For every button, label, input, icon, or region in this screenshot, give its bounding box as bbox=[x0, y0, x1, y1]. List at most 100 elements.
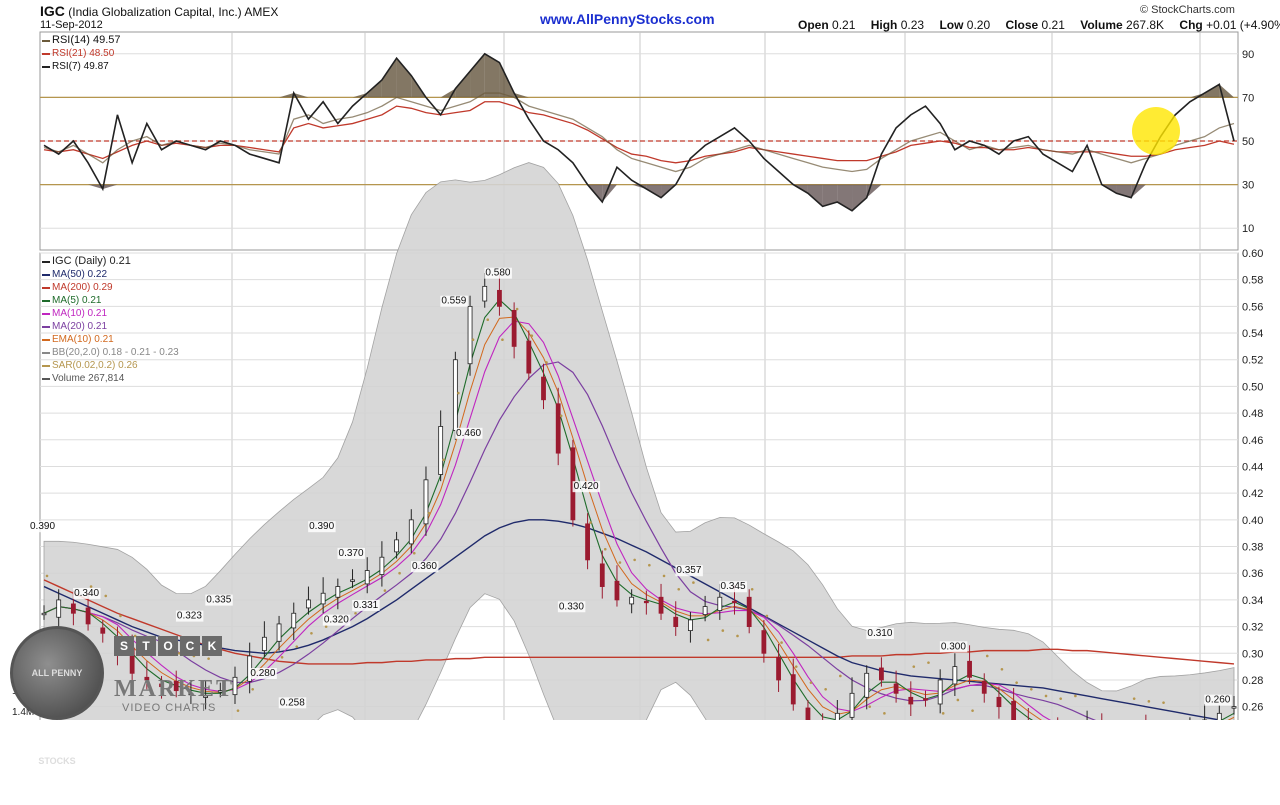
price-annotation: 0.345 bbox=[720, 581, 745, 592]
sar-dot bbox=[839, 674, 842, 678]
legend-swatch bbox=[42, 286, 50, 289]
price-tick-label: 0.60 bbox=[1242, 248, 1263, 260]
sar-dot bbox=[589, 521, 592, 524]
sar-dot bbox=[324, 625, 328, 628]
price-legend-item: MA(10) 0.21 bbox=[42, 307, 179, 320]
price-tick-label: 0.58 bbox=[1242, 275, 1263, 287]
candle-body bbox=[497, 289, 502, 307]
volume-value: 267.8K bbox=[1126, 18, 1165, 32]
tile: T bbox=[136, 636, 156, 656]
price-annotation: 0.280 bbox=[250, 668, 275, 679]
legend-swatch bbox=[42, 312, 50, 315]
price-legend-item: MA(200) 0.29 bbox=[42, 281, 179, 294]
site-link[interactable]: www.AllPennyStocks.com bbox=[540, 11, 715, 27]
candle-body bbox=[85, 607, 91, 625]
symbol-title: IGC (India Globalization Capital, Inc.) … bbox=[40, 3, 278, 19]
sar-dot bbox=[883, 712, 886, 715]
rsi-overbought-fill bbox=[396, 58, 412, 98]
legend-text: EMA(10) 0.21 bbox=[52, 334, 114, 345]
price-legend: IGC (Daily) 0.21 MA(50) 0.22 MA(200) 0.29 M… bbox=[42, 255, 179, 385]
price-tick-label: 0.26 bbox=[1242, 702, 1263, 714]
price-annotation: 0.335 bbox=[206, 595, 231, 606]
legend-text: SAR(0.02,0.2) 0.26 bbox=[52, 360, 138, 371]
candle-body bbox=[834, 712, 840, 720]
price-annotation: 0.260 bbox=[1205, 695, 1230, 706]
candle-body bbox=[1231, 706, 1237, 709]
candle-body bbox=[805, 707, 811, 720]
candle-body bbox=[746, 596, 752, 628]
low-label: Low bbox=[939, 18, 964, 32]
price-tick-label: 0.36 bbox=[1242, 568, 1263, 580]
price-tick-label: 0.48 bbox=[1242, 408, 1263, 420]
company-name: (India Globalization Capital, Inc.) bbox=[68, 5, 242, 19]
candle-body bbox=[467, 305, 473, 365]
legend-text: IGC (Daily) 0.21 bbox=[52, 255, 131, 267]
price-tick-label: 0.56 bbox=[1242, 301, 1263, 313]
sar-dot bbox=[501, 338, 504, 342]
rsi-tick-label: 30 bbox=[1242, 180, 1254, 192]
high-label: High bbox=[870, 18, 898, 32]
rsi-series-line bbox=[43, 52, 1235, 212]
candle-body bbox=[482, 285, 488, 302]
candle-body bbox=[408, 519, 414, 545]
candle-body bbox=[364, 570, 370, 585]
sar-dot bbox=[1044, 694, 1048, 698]
rsi-tick-label: 90 bbox=[1242, 49, 1254, 61]
rsi-legend: RSI(14) 49.57 RSI(21) 48.50 RSI(7) 49.87 bbox=[42, 34, 120, 73]
sar-dot bbox=[471, 338, 475, 342]
market-video-charts-logo: ALL PENNY STOCKS S T O C K MARKET VIDEO … bbox=[10, 626, 242, 766]
sar-dot bbox=[1059, 697, 1063, 700]
candle-body bbox=[776, 656, 781, 681]
sar-dot bbox=[780, 641, 783, 644]
rsi-tick-label: 10 bbox=[1242, 223, 1254, 235]
brand-label: © StockCharts.com bbox=[1140, 4, 1235, 16]
price-annotation: 0.420 bbox=[574, 481, 599, 492]
sar-dot bbox=[486, 318, 490, 322]
price-annotation: 0.258 bbox=[280, 697, 305, 708]
close-value: 0.21 bbox=[1041, 18, 1065, 32]
sar-dot bbox=[280, 655, 284, 659]
sar-dot bbox=[1147, 700, 1151, 703]
candle-body bbox=[879, 667, 884, 681]
close-label: Close bbox=[1005, 18, 1039, 32]
price-legend-item: MA(20) 0.21 bbox=[42, 320, 179, 333]
sar-dot bbox=[824, 688, 827, 691]
legend-swatch bbox=[42, 325, 50, 328]
rsi-overbought-fill bbox=[279, 93, 294, 98]
price-legend-item: EMA(10) 0.21 bbox=[42, 333, 179, 346]
chg-label: Chg bbox=[1179, 18, 1203, 32]
volume-label: Volume bbox=[1080, 18, 1123, 32]
candle-body bbox=[996, 696, 1002, 708]
legend-text: MA(200) 0.29 bbox=[52, 282, 113, 293]
legend-swatch bbox=[42, 260, 50, 263]
candle-body bbox=[423, 479, 429, 525]
sar-dot bbox=[971, 709, 974, 712]
candle-body bbox=[908, 696, 914, 705]
rsi-oversold-fill bbox=[602, 184, 617, 203]
sar-dot bbox=[868, 705, 872, 708]
chart-canvas: 10 30 50 70 90 0.26 0.28 0.30 0.32 0.34 0.36 0.38 0.… bbox=[12, 31, 1263, 720]
candle-body bbox=[306, 599, 311, 609]
price-annotation: 0.300 bbox=[941, 641, 966, 652]
ohlc-readout: Open 0.21 High 0.23 Low 0.20 Close 0.21 … bbox=[798, 18, 1280, 32]
sar-dot bbox=[603, 547, 607, 551]
legend-text: Volume 267,814 bbox=[52, 373, 125, 384]
price-tick-label: 0.40 bbox=[1242, 515, 1263, 527]
candle-body bbox=[291, 612, 297, 629]
legend-text: BB(20,2.0) 0.18 - 0.21 - 0.23 bbox=[52, 347, 179, 358]
candle-body bbox=[70, 603, 76, 614]
sar-dot bbox=[677, 587, 681, 591]
cursor-highlight bbox=[1132, 107, 1180, 155]
candle-body bbox=[967, 660, 972, 678]
legend-swatch bbox=[42, 364, 50, 367]
sar-dot bbox=[1132, 697, 1136, 700]
sar-dot bbox=[310, 631, 313, 635]
candle-body bbox=[937, 679, 943, 705]
rsi-tick-label: 70 bbox=[1242, 92, 1254, 104]
exchange: AMEX bbox=[244, 5, 279, 19]
tile: S bbox=[114, 636, 134, 656]
price-legend-item: IGC (Daily) 0.21 bbox=[42, 255, 179, 268]
sar-dot bbox=[1030, 688, 1033, 691]
rsi-tick-label: 50 bbox=[1242, 136, 1254, 148]
candle-body bbox=[438, 426, 444, 475]
